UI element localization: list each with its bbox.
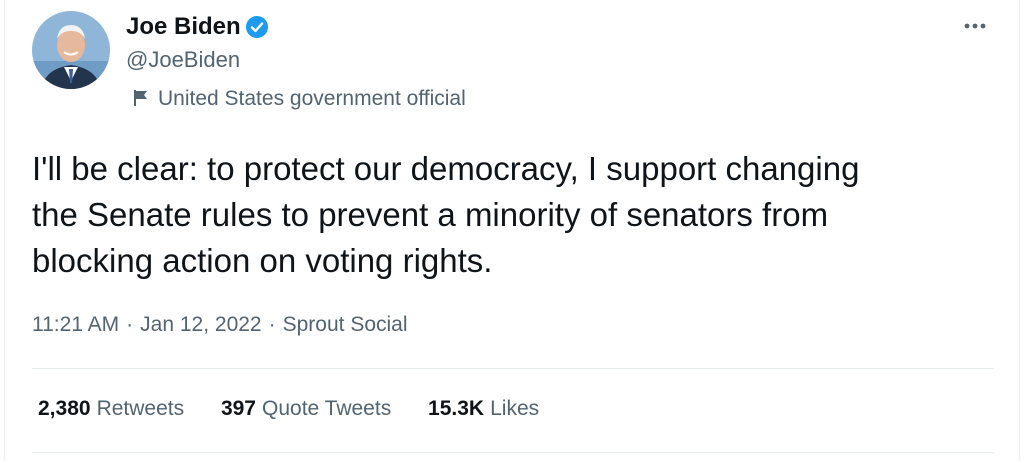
card-right-border	[1019, 0, 1020, 461]
tweet-text: I'll be clear: to protect our democracy,…	[32, 150, 860, 279]
divider	[32, 452, 994, 453]
divider	[32, 368, 994, 369]
card-left-border	[4, 0, 5, 461]
government-label[interactable]: United States government official	[158, 85, 466, 113]
likes-label: Likes	[490, 397, 540, 420]
likes-count: 15.3K	[428, 397, 485, 420]
retweets-stat[interactable]: 2,380 Retweets	[38, 395, 184, 423]
likes-stat[interactable]: 15.3K Likes	[428, 395, 539, 423]
tweet-stats: 2,380 Retweets 397 Quote Tweets 15.3K Likes	[38, 395, 570, 423]
tweet-card: Joe Biden @JoeBiden United States govern…	[0, 0, 1024, 461]
more-options-icon[interactable]	[955, 12, 995, 40]
verified-badge-icon	[245, 15, 269, 39]
tweet-date: Jan 12, 2022	[140, 313, 262, 336]
tweet-time-text: 11:21 AM	[32, 313, 120, 336]
quote-tweets-label: Quote Tweets	[262, 397, 392, 420]
retweets-label: Retweets	[96, 397, 185, 420]
retweets-count: 2,380	[38, 397, 91, 420]
meta-separator: ·	[268, 313, 276, 336]
meta-separator: ·	[126, 313, 134, 336]
tweet-time[interactable]: 11:21 AM · Jan 12, 2022	[32, 313, 262, 336]
quote-tweets-count: 397	[220, 397, 256, 420]
author-display-name[interactable]: Joe Biden	[126, 12, 241, 42]
avatar[interactable]	[32, 11, 110, 89]
tweet-source[interactable]: Sprout Social	[283, 313, 408, 336]
quote-tweets-stat[interactable]: 397 Quote Tweets	[221, 395, 391, 423]
flag-icon	[131, 88, 151, 108]
author-handle[interactable]: @JoeBiden	[126, 46, 240, 74]
tweet-meta: 11:21 AM · Jan 12, 2022 · Sprout Social	[32, 311, 408, 339]
